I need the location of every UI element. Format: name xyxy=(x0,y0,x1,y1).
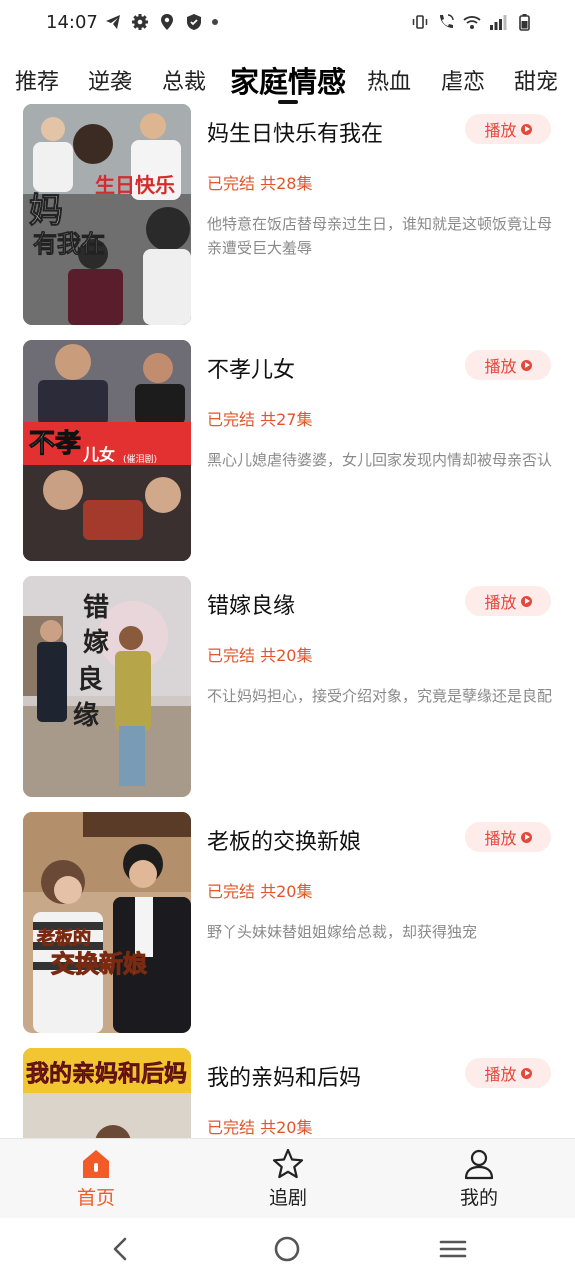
tab-family-emotion[interactable]: 家庭情感 xyxy=(230,59,346,101)
nav-following[interactable]: 追剧 xyxy=(228,1147,348,1210)
drama-card[interactable]: 错 嫁 良 缘 错嫁良缘 已完结 共20集 不让妈妈担心，接受介绍对象，究竟是孽… xyxy=(0,576,575,798)
status-time: 14:07 xyxy=(46,12,98,33)
drama-episode-status: 已完结 共28集 xyxy=(207,174,313,193)
user-icon xyxy=(464,1149,494,1180)
play-icon xyxy=(520,831,532,843)
cover-text: (催泪剧) xyxy=(123,453,157,465)
play-button[interactable]: 播放 xyxy=(465,350,551,380)
play-icon xyxy=(520,123,532,135)
cover-text: 嫁 xyxy=(83,628,109,658)
drama-title[interactable]: 不孝儿女 xyxy=(207,352,295,384)
play-button-label: 播放 xyxy=(484,1065,517,1084)
cover-text: 缘 xyxy=(73,701,99,731)
cover-text: 儿女 xyxy=(82,445,115,464)
play-button-label: 播放 xyxy=(484,121,517,140)
drama-title[interactable]: 错嫁良缘 xyxy=(207,588,295,620)
cover-text: 我的亲妈和后妈 xyxy=(26,1060,187,1087)
cover-text: 不孝 xyxy=(29,428,81,459)
back-icon[interactable] xyxy=(106,1234,136,1264)
play-button[interactable]: 播放 xyxy=(465,114,551,144)
drama-list[interactable]: 生日快乐 妈 有我在 妈生日快乐有我在 已完结 共28集 他特意在饭店替母亲过生… xyxy=(0,104,575,1138)
tab-counterattack[interactable]: 逆袭 xyxy=(88,64,132,96)
wifi-icon xyxy=(463,16,481,29)
bottom-navigation: 首页 追剧 我的 xyxy=(0,1138,575,1219)
drama-cover-image[interactable]: 不孝 儿女 (催泪剧) xyxy=(23,340,191,561)
play-button[interactable]: 播放 xyxy=(465,1058,551,1088)
drama-episode-status: 已完结 共20集 xyxy=(207,882,313,901)
nav-home-label: 首页 xyxy=(76,1187,115,1209)
system-navigation-bar xyxy=(0,1218,575,1280)
drama-episode-status: 已完结 共20集 xyxy=(207,646,313,665)
nav-following-label: 追剧 xyxy=(268,1187,307,1209)
nav-home[interactable]: 首页 xyxy=(36,1147,156,1210)
home-icon xyxy=(83,1150,109,1178)
recents-menu-icon[interactable] xyxy=(438,1234,468,1264)
tab-ceo[interactable]: 总裁 xyxy=(162,64,206,96)
play-icon xyxy=(520,1067,532,1079)
cover-text: 老板的 xyxy=(37,927,91,949)
cover-text: 错 xyxy=(83,593,109,623)
cover-text: 生日快乐 xyxy=(95,173,175,197)
status-left-icons xyxy=(104,13,218,31)
drama-cover-image[interactable]: 我的亲妈和后妈 xyxy=(23,1048,191,1138)
drama-card[interactable]: 老板的 交换新娘 老板的交换新娘 已完结 共20集 野丫头妹妹替姐姐嫁给总裁，却… xyxy=(0,812,575,1034)
drama-cover-image[interactable]: 老板的 交换新娘 xyxy=(23,812,191,1033)
play-button-label: 播放 xyxy=(484,829,517,848)
battery-icon xyxy=(519,14,530,31)
tab-tragic-love[interactable]: 虐恋 xyxy=(441,64,485,96)
play-icon xyxy=(520,595,532,607)
tab-sweet[interactable]: 甜宠 xyxy=(514,64,558,96)
vibrate-icon xyxy=(412,15,428,29)
tab-passion[interactable]: 热血 xyxy=(367,64,411,96)
play-button-label: 播放 xyxy=(484,593,517,612)
telegram-icon xyxy=(106,15,120,29)
drama-description: 他特意在饭店替母亲过生日，谁知就是这顿饭竟让母亲遭受巨大羞辱 xyxy=(207,215,553,257)
play-button-label: 播放 xyxy=(484,357,517,376)
drama-description: 野丫头妹妹替姐姐嫁给总裁，却获得独宠 xyxy=(207,923,478,941)
wifi-call-icon xyxy=(440,14,454,28)
drama-card[interactable]: 生日快乐 妈 有我在 妈生日快乐有我在 已完结 共28集 他特意在饭店替母亲过生… xyxy=(0,104,575,326)
play-icon xyxy=(520,359,532,371)
tab-recommend[interactable]: 推荐 xyxy=(15,64,59,96)
cover-text: 交换新娘 xyxy=(51,950,147,978)
category-tabs: 推荐 逆袭 总裁 家庭情感 热血 虐恋 甜宠 xyxy=(0,56,575,104)
drama-episode-status: 已完结 共20集 xyxy=(207,1118,313,1137)
notification-dot-icon xyxy=(212,19,218,25)
play-button[interactable]: 播放 xyxy=(465,586,551,616)
cover-text: 良 xyxy=(77,664,103,695)
drama-title[interactable]: 我的亲妈和后妈 xyxy=(207,1060,361,1092)
status-bar: 14:07 xyxy=(0,0,575,48)
drama-cover-image[interactable]: 错 嫁 良 缘 xyxy=(23,576,191,797)
cover-text: 有我在 xyxy=(33,229,105,258)
drama-card[interactable]: 不孝 儿女 (催泪剧) 不孝儿女 已完结 共27集 黑心儿媳虐待婆婆，女儿回家发… xyxy=(0,340,575,562)
drama-cover-image[interactable]: 生日快乐 妈 有我在 xyxy=(23,104,191,325)
play-button[interactable]: 播放 xyxy=(465,822,551,852)
nav-profile[interactable]: 我的 xyxy=(419,1147,539,1210)
drama-title[interactable]: 老板的交换新娘 xyxy=(207,824,361,856)
gear-icon xyxy=(132,14,148,30)
shield-icon xyxy=(187,14,201,30)
drama-episode-status: 已完结 共27集 xyxy=(207,410,313,429)
location-icon xyxy=(161,14,173,30)
nav-profile-label: 我的 xyxy=(459,1187,498,1209)
drama-description: 黑心儿媳虐待婆婆，女儿回家发现内情却被母亲否认 xyxy=(207,451,553,469)
signal-icon xyxy=(490,15,507,30)
drama-title[interactable]: 妈生日快乐有我在 xyxy=(207,116,383,148)
home-circle-icon[interactable] xyxy=(272,1234,302,1264)
status-right-icons xyxy=(411,13,533,31)
drama-card[interactable]: 我的亲妈和后妈 我的亲妈和后妈 已完结 共20集 播放 xyxy=(0,1048,575,1138)
cover-text: 妈 xyxy=(29,191,63,231)
star-icon xyxy=(272,1148,304,1179)
drama-description: 不让妈妈担心，接受介绍对象，究竟是孽缘还是良配 xyxy=(207,687,553,705)
